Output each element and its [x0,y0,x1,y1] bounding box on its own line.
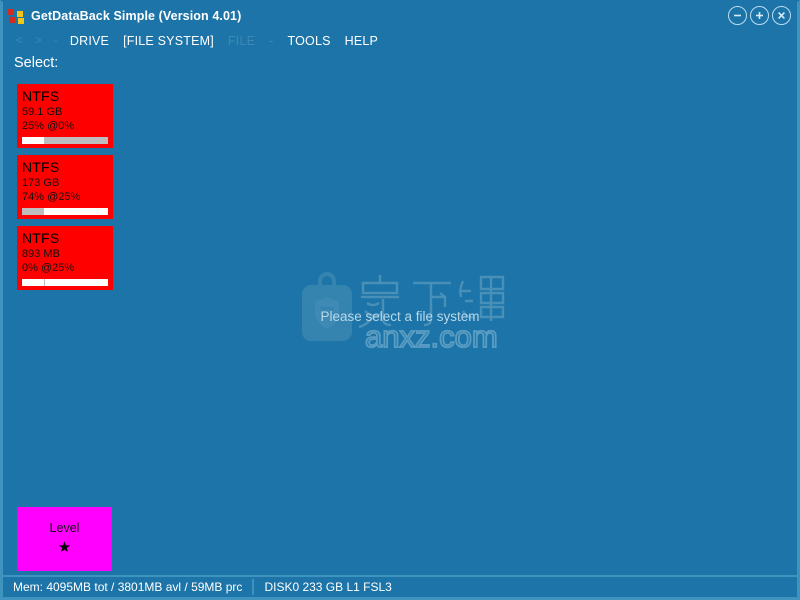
file-system-progress-bar [22,137,108,144]
site-watermark: anxz.com [295,267,510,352]
menu-item-: - [269,34,274,48]
title-bar: GetDataBack Simple (Version 4.01) [3,2,797,29]
status-disk: DISK0 233 GB L1 FSL3 [264,580,392,594]
menu-item-file: FILE [227,34,256,48]
level-button-label: Level [49,521,80,535]
file-system-block[interactable]: NTFS 173 GB 74% @25% [17,155,113,219]
file-system-progress-bar [22,208,108,215]
progress-fill [22,137,44,144]
level-button[interactable]: Level ★ [17,507,112,571]
file-system-block[interactable]: NTFS 893 MB 0% @25% [17,226,113,290]
file-system-size: 173 GB [22,177,60,189]
status-memory: Mem: 4095MB tot / 3801MB avl / 59MB prc [13,580,243,594]
close-button[interactable] [772,6,791,25]
menu-item-drive[interactable]: DRIVE [70,34,109,48]
status-bar: Mem: 4095MB tot / 3801MB avl / 59MB prc … [3,575,797,597]
watermark-domain-text: anxz.com [365,319,498,352]
menu-item-: < [16,35,23,47]
file-system-type: NTFS [22,88,60,104]
maximize-button[interactable] [750,6,769,25]
file-system-percent: 0% @25% [22,262,75,274]
window-title: GetDataBack Simple (Version 4.01) [31,8,242,23]
select-label: Select: [14,55,59,71]
file-system-list: NTFS 59.1 GB 25% @0% NTFS 173 GB 74% @25% NTFS… [17,84,113,297]
menu-item-file-system[interactable]: [FILE SYSTEM] [123,34,214,48]
star-icon: ★ [57,539,72,556]
menu-item-: - [53,35,58,47]
file-system-type: NTFS [22,159,60,175]
file-system-percent: 74% @25% [22,191,81,203]
puzzle-pieces-icon [8,8,25,24]
progress-fill [43,208,108,215]
file-system-progress-bar [22,279,108,286]
progress-tick [43,279,45,286]
application-window: GetDataBack Simple (Version 4.01) < > - … [0,0,800,600]
menu-item-help[interactable]: HELP [345,34,378,48]
file-system-size: 59.1 GB [22,106,63,118]
bag-shield-icon [302,272,352,341]
file-system-type: NTFS [22,230,60,246]
progress-fill [22,279,108,286]
file-system-percent: 25% @0% [22,120,75,132]
close-icon [778,12,785,19]
menu-item-tools[interactable]: TOOLS [287,34,330,48]
menu-bar: < > - DRIVE [FILE SYSTEM] FILE - TOOLS HELP [3,30,797,52]
minus-icon [734,14,741,17]
watermark-cjk-glyphs [358,275,505,329]
minimize-button[interactable] [728,6,747,25]
center-message: Please select a file system [320,309,480,324]
file-system-block[interactable]: NTFS 59.1 GB 25% @0% [17,84,113,148]
file-system-size: 893 MB [22,248,60,260]
plus-icon [756,12,763,19]
window-controls [728,6,791,25]
menu-item-: > [34,35,42,47]
